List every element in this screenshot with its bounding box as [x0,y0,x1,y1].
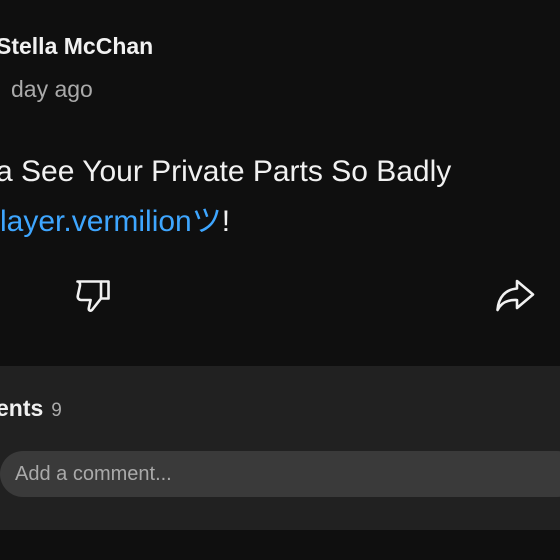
post-text-suffix: ! [221,205,231,238]
thumbs-down-icon [76,280,110,312]
share-icon [496,279,535,312]
comments-panel[interactable]: ents 9 [0,366,560,530]
comment-input[interactable] [15,451,535,497]
comments-title: ents [0,395,44,421]
comments-header[interactable]: ents 9 [0,395,62,422]
bottom-strip [0,530,560,560]
post-timestamp[interactable]: day ago [11,76,93,103]
post-text-line: layer.vermilionツ! [0,197,451,247]
dislike-button[interactable] [71,272,117,318]
post-text: a See Your Private Parts So Badly layer.… [0,147,451,247]
share-button[interactable] [492,272,538,318]
community-post: Stella McChan day ago a See Your Private… [0,0,560,366]
author-name[interactable]: Stella McChan [0,33,153,60]
comment-input-container[interactable] [0,451,560,497]
mention-link[interactable]: layer.vermilionツ [0,205,222,238]
post-text-line: a See Your Private Parts So Badly [0,155,452,188]
comments-count: 9 [51,400,62,421]
